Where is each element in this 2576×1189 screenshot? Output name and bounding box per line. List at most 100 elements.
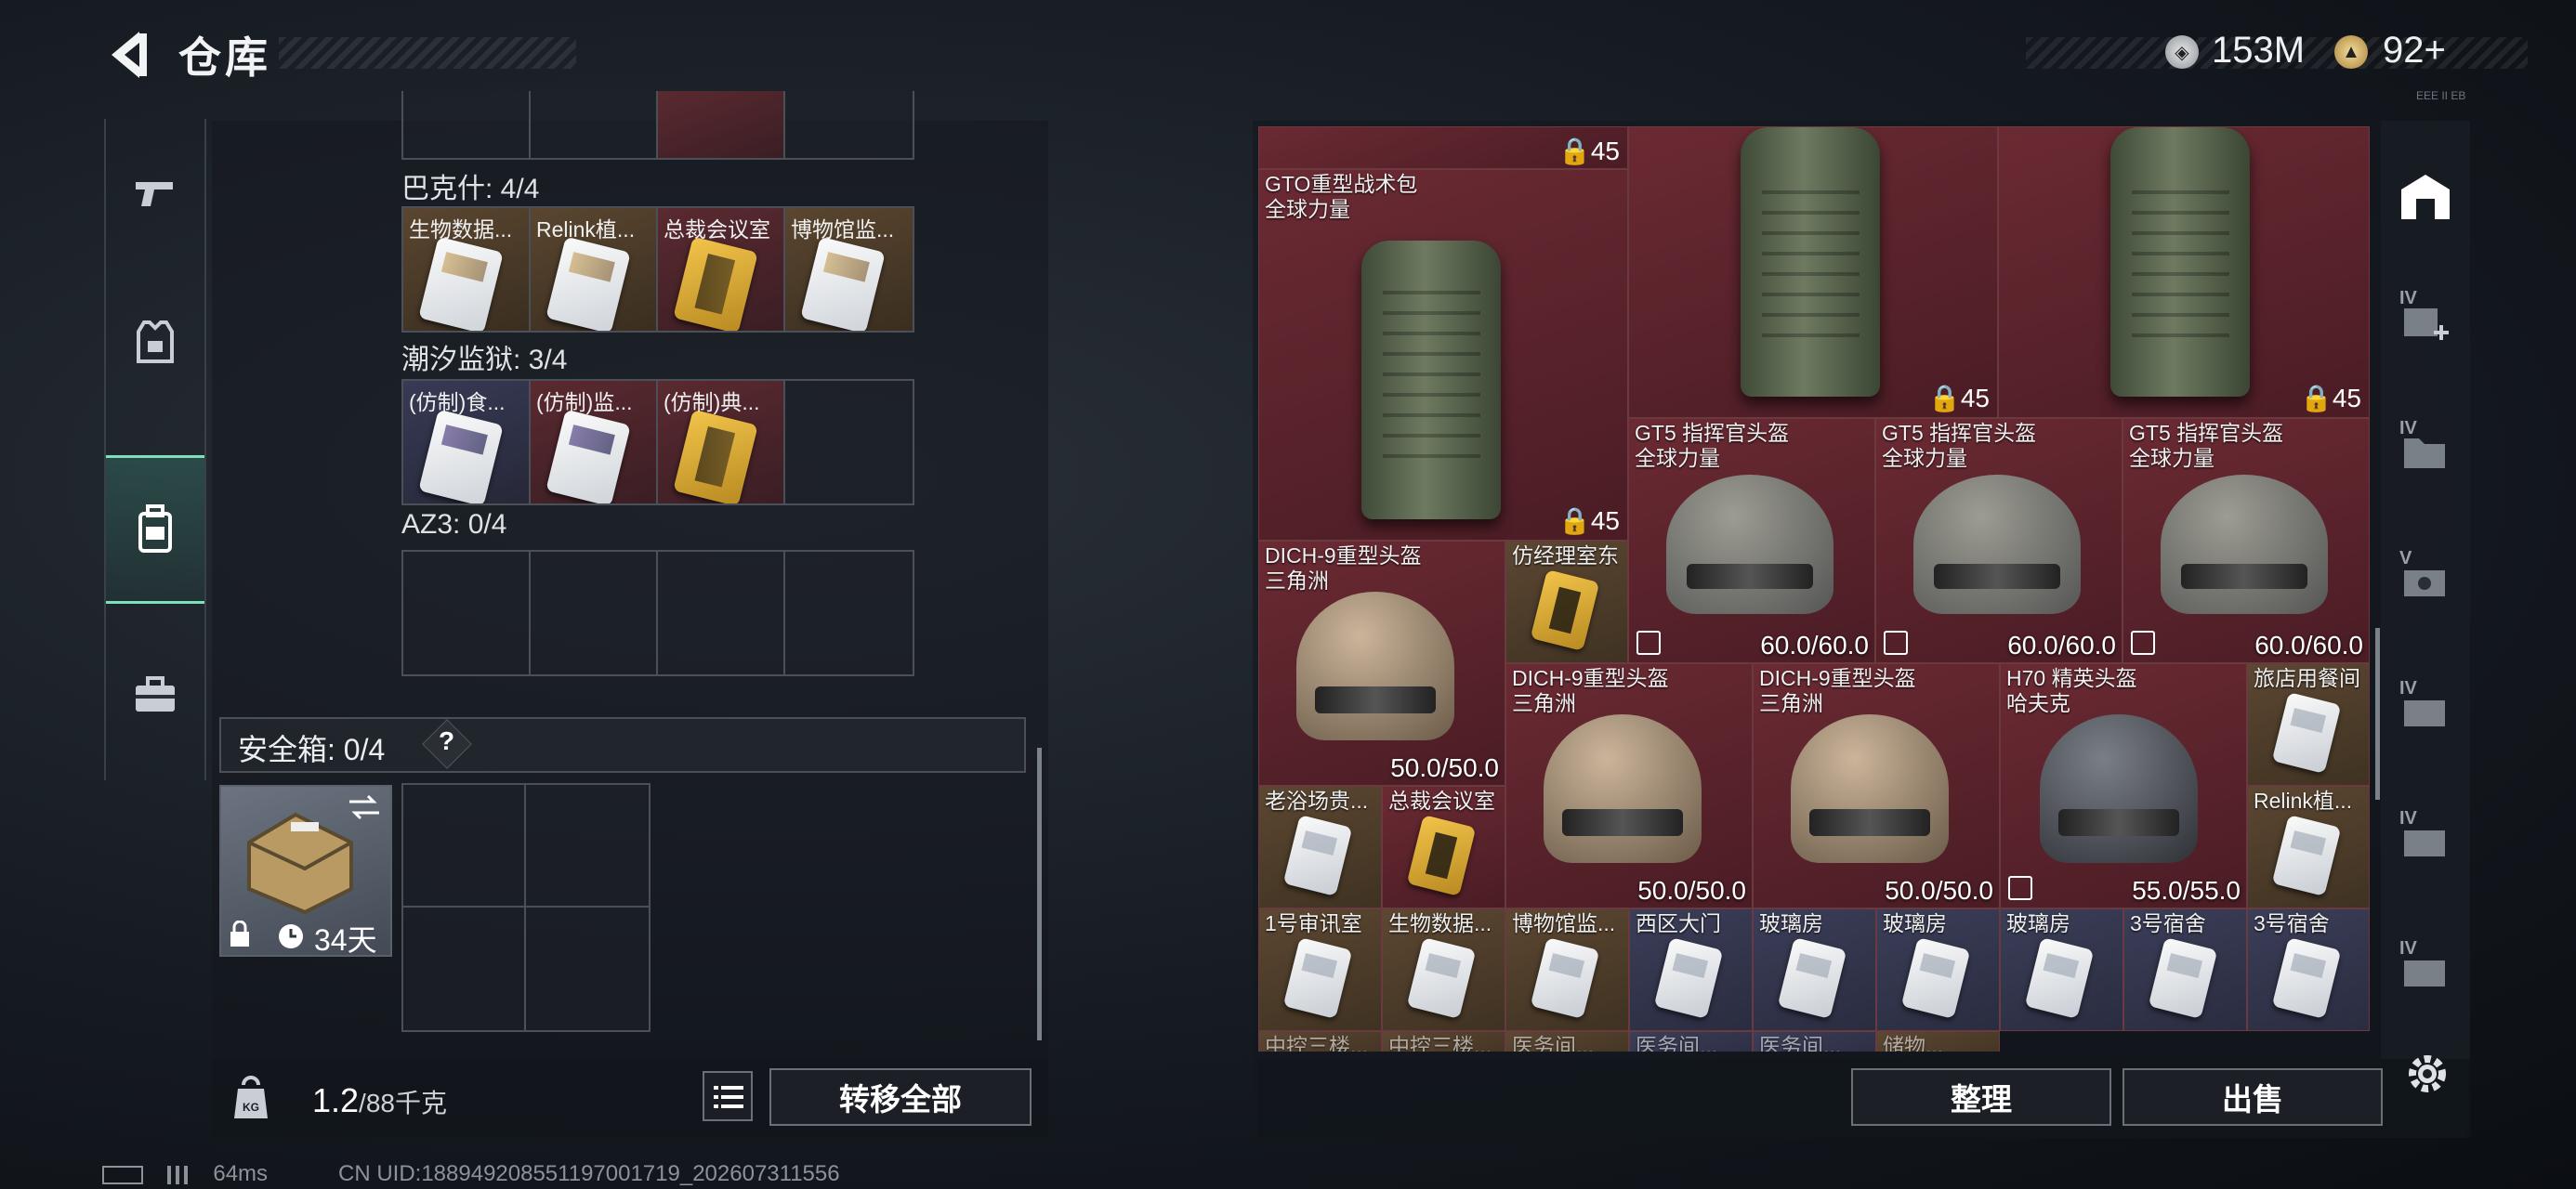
collection-cell[interactable] [531,91,658,158]
nav-armor-tab[interactable] [106,268,204,416]
keycard-slot[interactable]: (仿制)监... [531,381,658,503]
transfer-all-button[interactable]: 转移全部 [769,1068,1032,1126]
inventory-item-keycard[interactable]: 1号审讯室 [1258,908,1382,1031]
tier-badge: IV [2399,678,2417,699]
keycard-icon [2271,815,2342,896]
item-name: 老浴场贵... [1265,789,1369,813]
capacity-value: 45 [2332,384,2361,412]
pistol-icon [136,182,173,206]
tab-storage-ii[interactable]: IV [2392,418,2459,485]
durability: 55.0/55.0 [2132,876,2241,905]
item-name: 仿经理室东 [1512,543,1619,568]
inventory-item-keycard[interactable]: 玻璃房 [1753,908,1876,1031]
item-name: Relink植... [2254,789,2353,813]
keycard-slot[interactable]: 博物馆监... [785,208,913,331]
inventory-item-keycard[interactable]: 中控三楼... [1258,1031,1382,1052]
inventory-item-keycard[interactable]: 博物馆监... [1505,908,1629,1031]
keycard-slot[interactable]: (仿制)食... [403,381,531,503]
tab-add-storage[interactable]: IV [2392,288,2459,355]
collection-label: AZ3: 0/4 [401,509,507,540]
inventory-item-keycard[interactable]: 仿经理室东 [1505,541,1628,663]
battery-icon [102,1165,143,1184]
collection-cell[interactable] [658,91,785,158]
tier-badge: V [2399,548,2412,568]
keycard-name: (仿制)典... [664,390,760,414]
keycard-icon [1406,815,1477,896]
inventory-item-helmet[interactable]: DICH-9重型头盔 三角洲 50.0/50.0 [1258,541,1505,786]
empty-slot[interactable] [658,552,785,674]
inventory-item-keycard[interactable]: 西区大门 [1629,908,1753,1031]
nav-toolbox-tab[interactable] [106,621,204,769]
left-scrollbar[interactable] [1037,748,1042,1040]
collection-cell[interactable] [785,91,913,158]
item-title: GT5 指挥官头盔 [2129,421,2284,445]
tab-storage-iv-a[interactable]: IV [2392,678,2459,745]
inventory-item-keycard[interactable]: 储物... [1876,1031,2000,1052]
inventory-item-keycard[interactable]: 旅店用餐间 [2247,663,2370,786]
empty-slot[interactable] [526,908,649,1030]
list-view-button[interactable] [703,1071,753,1121]
inventory-item-keycard[interactable]: 玻璃房 [1876,908,2000,1031]
durability: 60.0/60.0 [1760,631,1869,660]
settings-gear-icon[interactable] [2401,1048,2453,1100]
currency-gold[interactable]: 92+ [2383,30,2446,72]
empty-slot[interactable] [526,785,649,908]
inventory-item-helmet[interactable]: GT5 指挥官头盔 全球力量 60.0/60.0 [1628,418,1875,663]
inventory-item-keycard[interactable]: 医务间... [1505,1031,1629,1052]
keycard-slot[interactable]: 总裁会议室 [658,208,785,331]
helmet-icon [1666,475,1833,614]
inventory-item-keycard[interactable]: 医务间... [1753,1031,1876,1052]
nav-container-tab[interactable] [106,455,204,604]
inventory-item-keycard[interactable]: 医务间... [1629,1031,1753,1052]
item-title: H70 精英头盔 [2006,666,2137,690]
keycard-slot[interactable]: Relink植... [531,208,658,331]
tier-badge: IV [2399,808,2417,829]
nav-weapon-tab[interactable] [106,119,204,268]
empty-slot[interactable] [531,552,658,674]
empty-slot[interactable] [785,381,913,503]
inventory-item-keycard[interactable]: 生物数据... [1382,908,1505,1031]
inventory-item-helmet[interactable]: DICH-9重型头盔 三角洲 50.0/50.0 [1505,663,1753,908]
keycard-slot[interactable]: 生物数据... [403,208,531,331]
inventory-item[interactable]: 🔒45 [1258,126,1628,169]
tab-storage-home[interactable] [2392,163,2459,230]
backpack-icon [2110,127,2250,397]
backpack-icon [1361,241,1501,519]
sell-button[interactable]: 出售 [2123,1068,2383,1126]
weight-max: /88千克 [359,1089,447,1117]
empty-slot[interactable] [785,552,913,674]
inventory-item-helmet[interactable]: H70 精英头盔 哈夫克 55.0/55.0 [2000,663,2247,908]
backpack-icon [1741,127,1880,397]
swap-icon[interactable] [348,794,381,820]
tab-storage-iv-b[interactable]: IV [2392,808,2459,875]
durability: 60.0/60.0 [2007,631,2116,660]
inventory-item-helmet[interactable]: GT5 指挥官头盔 全球力量 60.0/60.0 [2123,418,2370,663]
inventory-item-backpack[interactable]: GTO重型战术包 全球力量 🔒45 [1258,169,1628,541]
tab-storage-iv-c[interactable]: IV [2392,938,2459,1005]
inventory-item-helmet[interactable]: DICH-9重型头盔 三角洲 50.0/50.0 [1753,663,2000,908]
inventory-item-keycard[interactable]: 3号宿舍 [2247,908,2370,1031]
sort-button[interactable]: 整理 [1851,1068,2111,1126]
inventory-item-helmet[interactable]: GT5 指挥官头盔 全球力量 60.0/60.0 [1875,418,2123,663]
inventory-item-keycard[interactable]: 老浴场贵... [1258,786,1382,908]
back-arrow-icon[interactable] [102,26,151,84]
keycard-icon [1900,937,1971,1019]
empty-slot[interactable] [403,785,526,908]
inventory-item-keycard[interactable]: 玻璃房 [2000,908,2123,1031]
inventory-item-backpack[interactable]: 🔒45 [1998,126,2370,418]
warehouse-icon [2401,175,2450,219]
inventory-item-keycard[interactable]: 中控三楼... [1382,1031,1505,1052]
inventory-item-keycard[interactable]: 3号宿舍 [2123,908,2247,1031]
collection-cell[interactable] [403,91,531,158]
empty-slot[interactable] [403,908,526,1030]
inventory-item-keycard[interactable]: Relink植... [2247,786,2370,908]
inventory-item-keycard[interactable]: 总裁会议室 [1382,786,1505,908]
tab-storage-v[interactable]: V [2392,548,2459,615]
inventory-item-backpack[interactable]: 🔒45 [1628,126,1998,418]
keycard-icon [2148,937,2218,1019]
item-name: GT5 指挥官头盔 全球力量 [2129,421,2283,471]
status-bar: 64ms [102,1161,268,1187]
right-scrollbar[interactable] [2375,628,2380,800]
empty-slot[interactable] [403,552,531,674]
keycard-slot[interactable]: (仿制)典... [658,381,785,503]
